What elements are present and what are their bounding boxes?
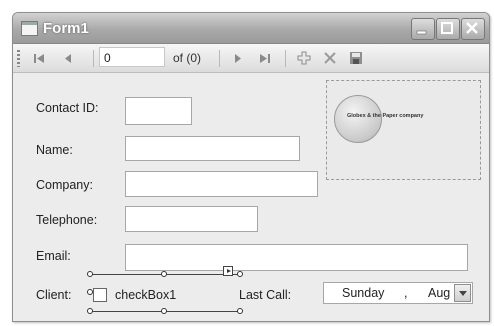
dropdown-arrow-icon[interactable] [454, 284, 471, 302]
company-field[interactable] [125, 171, 318, 197]
resize-handle[interactable] [161, 271, 167, 277]
move-first-button[interactable] [27, 44, 51, 72]
move-next-icon [235, 54, 241, 63]
logo-caption: Globex & the Paper company [347, 113, 424, 119]
company-logo [334, 95, 382, 143]
resize-handle[interactable] [237, 308, 243, 314]
toolbar-grip[interactable] [17, 50, 20, 67]
resize-handle[interactable] [161, 308, 167, 314]
client-label: Client: [36, 288, 72, 302]
name-field[interactable] [125, 136, 300, 161]
toolbar-separator [285, 50, 286, 67]
move-first-icon [34, 54, 44, 63]
resize-handle[interactable] [237, 271, 243, 277]
last-call-date-picker[interactable]: Sunday , Aug [323, 282, 473, 304]
app-form-icon [21, 21, 38, 36]
date-month-text: Aug [428, 286, 451, 300]
telephone-field[interactable] [125, 206, 258, 232]
position-input[interactable]: 0 [99, 47, 165, 67]
last-call-label: Last Call: [239, 288, 292, 302]
resize-handle[interactable] [87, 308, 93, 314]
add-new-button[interactable] [293, 44, 315, 72]
move-previous-button[interactable] [57, 44, 79, 72]
move-last-button[interactable] [253, 44, 277, 72]
client-checkbox[interactable] [93, 288, 107, 302]
record-count-label: of (0) [173, 51, 202, 65]
minimize-icon [416, 30, 427, 35]
contact-id-label: Contact ID: [36, 101, 99, 115]
delete-button[interactable] [319, 44, 341, 72]
date-separator-text: , [404, 286, 408, 300]
delete-icon [324, 52, 336, 64]
close-button[interactable] [461, 18, 485, 40]
move-previous-icon [65, 54, 71, 63]
save-button[interactable] [345, 44, 367, 72]
checkbox-label: checkBox1 [115, 288, 177, 302]
move-next-button[interactable] [228, 44, 248, 72]
window-title: Form1 [43, 20, 89, 37]
save-icon [350, 52, 362, 64]
title-bar[interactable]: Form1 [13, 13, 489, 44]
email-field[interactable] [125, 244, 468, 271]
binding-navigator-toolbar: 0 of (0) [13, 44, 489, 73]
minimize-button[interactable] [411, 18, 435, 40]
name-label: Name: [36, 143, 73, 157]
add-new-icon [297, 51, 311, 65]
telephone-label: Telephone: [36, 213, 98, 227]
email-label: Email: [36, 249, 71, 263]
contact-id-field[interactable] [125, 97, 192, 125]
maximize-button[interactable] [436, 18, 460, 40]
toolbar-separator [219, 50, 220, 67]
close-icon [466, 22, 478, 34]
date-day-text: Sunday [342, 286, 385, 300]
toolbar-separator [93, 50, 94, 67]
smart-tag-icon[interactable] [223, 266, 233, 276]
maximize-icon [441, 22, 453, 34]
move-last-icon [260, 54, 270, 63]
form-window: Form1 0 of (0) Contact ID: Name: Company… [12, 12, 490, 322]
logo-picture-box[interactable]: Globex & the Paper company [326, 80, 481, 180]
company-label: Company: [36, 178, 93, 192]
resize-handle[interactable] [87, 271, 93, 277]
